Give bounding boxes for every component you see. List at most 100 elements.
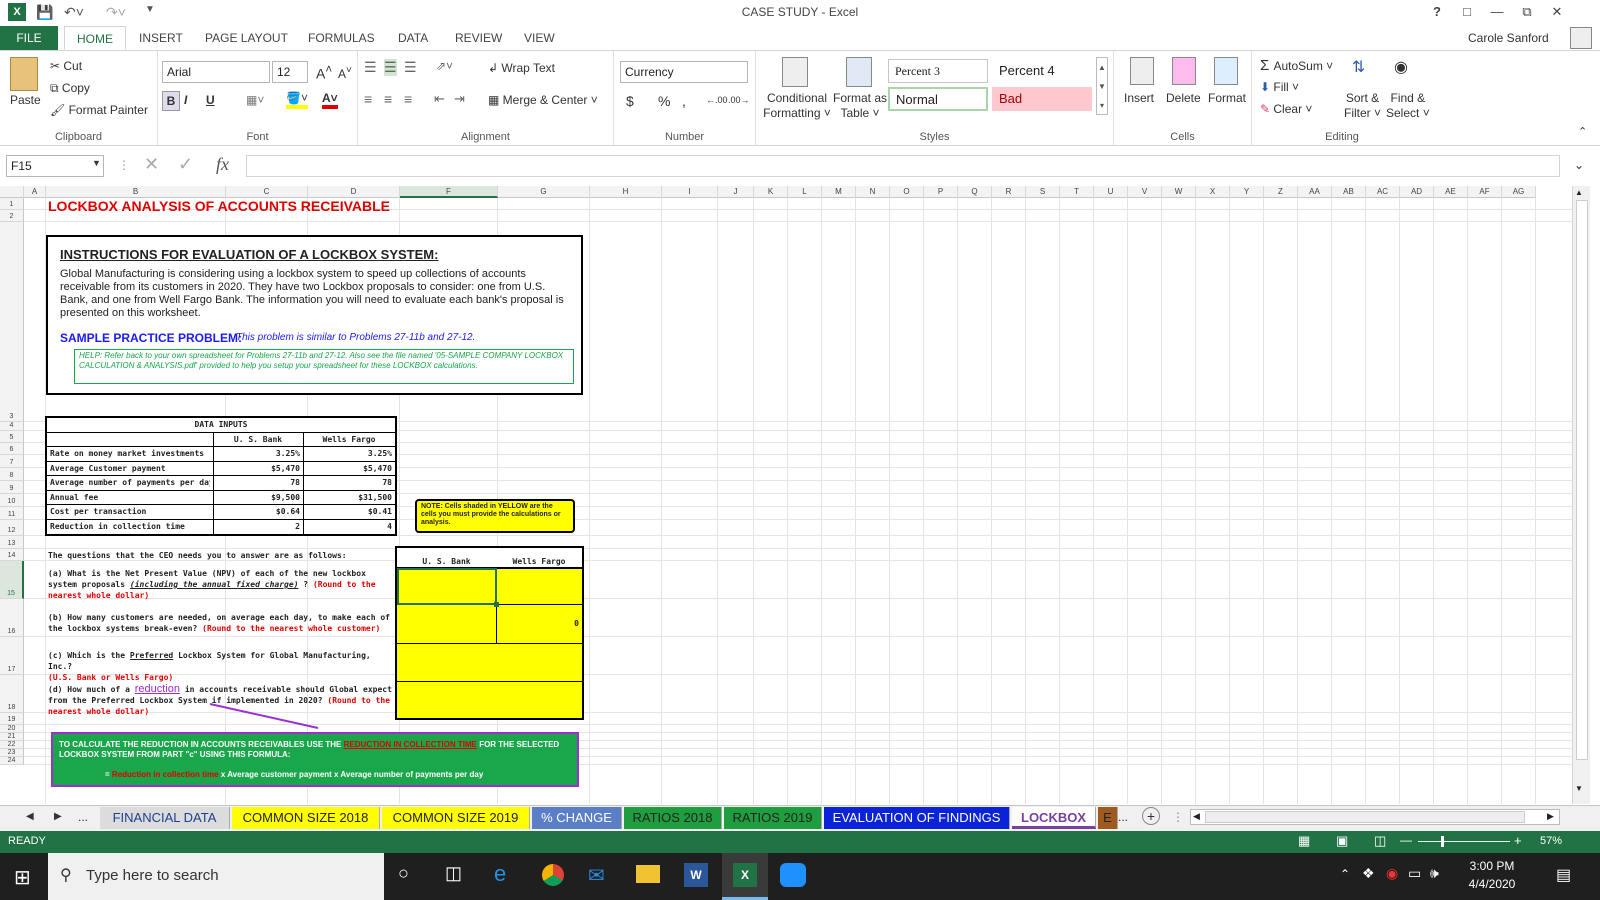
- insert-button[interactable]: Insert: [1124, 91, 1154, 105]
- insert-function-button[interactable]: fx: [216, 154, 229, 175]
- column-header[interactable]: K: [754, 186, 788, 198]
- column-header[interactable]: N: [856, 186, 890, 198]
- word-icon[interactable]: W: [684, 863, 708, 887]
- data-input-wells-fargo[interactable]: $31,500: [303, 493, 392, 502]
- column-header[interactable]: D: [308, 186, 400, 198]
- zoom-slider[interactable]: [1418, 841, 1510, 842]
- sort-filter-icon[interactable]: ⇅: [1352, 57, 1365, 77]
- tab-page-layout[interactable]: PAGE LAYOUT: [193, 26, 300, 50]
- excel-taskbar-button[interactable]: X: [722, 853, 768, 900]
- data-input-us-bank[interactable]: $5,470: [213, 464, 300, 473]
- tab-file[interactable]: FILE: [0, 26, 58, 50]
- column-header[interactable]: U: [1094, 186, 1128, 198]
- tab-data[interactable]: DATA: [386, 26, 440, 50]
- sheets-right-ellipsis[interactable]: ...: [1118, 810, 1128, 824]
- user-avatar[interactable]: [1570, 27, 1592, 49]
- worksheet-grid[interactable]: A B C D F G H I J K L M N O P Q R S T U V W X Y Z AA AB AC AD AE AF AG …: [0, 186, 1590, 804]
- column-header[interactable]: AF: [1468, 186, 1502, 198]
- data-input-wells-fargo[interactable]: $5,470: [303, 464, 392, 473]
- network-tray-icon[interactable]: ▭: [1408, 865, 1421, 882]
- dropbox-tray-icon[interactable]: ❖: [1362, 865, 1375, 882]
- row-header[interactable]: 9: [0, 481, 24, 494]
- data-input-wells-fargo[interactable]: 4: [303, 522, 392, 531]
- row-header[interactable]: 3: [0, 222, 24, 422]
- styles-scroll[interactable]: ▲ ▼ ▾: [1096, 57, 1108, 115]
- column-header[interactable]: M: [822, 186, 856, 198]
- taskbar-search[interactable]: ⚲ Type here to search: [48, 853, 384, 900]
- row-header[interactable]: 12: [0, 520, 24, 536]
- scroll-left-icon[interactable]: ◀: [1193, 811, 1200, 822]
- prev-sheet-icon[interactable]: ◀: [26, 811, 34, 822]
- row-header[interactable]: 19: [0, 713, 24, 725]
- format-as-table-icon[interactable]: [846, 57, 872, 87]
- zoom-out-icon[interactable]: —: [1400, 833, 1412, 847]
- style-bad[interactable]: Bad: [992, 87, 1092, 111]
- column-header[interactable]: S: [1026, 186, 1060, 198]
- data-input-us-bank[interactable]: $9,500: [213, 493, 300, 502]
- column-header[interactable]: L: [788, 186, 822, 198]
- mail-icon[interactable]: ✉: [588, 863, 605, 888]
- sheet-tab[interactable]: COMMON SIZE 2019: [382, 807, 530, 829]
- row-header[interactable]: 11: [0, 507, 24, 520]
- next-sheet-icon[interactable]: ▶: [54, 811, 62, 822]
- shrink-font-icon[interactable]: A˅: [338, 65, 352, 81]
- tab-split-grip-icon[interactable]: ⋮: [1172, 810, 1184, 824]
- page-layout-view-icon[interactable]: ▣: [1336, 833, 1348, 849]
- antivirus-tray-icon[interactable]: ◉: [1386, 865, 1398, 882]
- row-header[interactable]: 6: [0, 443, 24, 455]
- font-size-select[interactable]: 12: [272, 61, 308, 83]
- number-format-select[interactable]: Currency: [620, 61, 748, 83]
- column-header[interactable]: AG: [1502, 186, 1536, 198]
- data-input-wells-fargo[interactable]: 3.25%: [303, 449, 392, 458]
- format-cells-icon[interactable]: [1214, 57, 1238, 85]
- fill-color-icon[interactable]: 🪣˅: [286, 91, 308, 109]
- ribbon-display-options-icon[interactable]: □: [1452, 2, 1482, 22]
- tab-view[interactable]: VIEW: [512, 26, 567, 50]
- format-button[interactable]: Format: [1208, 91, 1246, 105]
- cut-button[interactable]: ✂ Cut: [50, 59, 82, 73]
- style-normal[interactable]: Normal: [888, 87, 988, 111]
- decrease-indent-icon[interactable]: ⇤: [434, 91, 445, 107]
- sheet-tab[interactable]: EVALUATION OF FINDINGS: [824, 807, 1010, 829]
- column-header[interactable]: C: [226, 186, 308, 198]
- column-header[interactable]: Q: [958, 186, 992, 198]
- autosum-button[interactable]: Σ AutoSum ˅: [1260, 57, 1333, 74]
- font-color-icon[interactable]: A˅: [322, 91, 338, 109]
- scroll-thumb[interactable]: [1576, 200, 1588, 760]
- copy-button[interactable]: ⧉ Copy: [50, 81, 90, 96]
- file-explorer-icon[interactable]: [636, 865, 660, 883]
- column-header[interactable]: AC: [1366, 186, 1400, 198]
- find-select-button[interactable]: Find & Select ˅: [1386, 91, 1430, 121]
- collapse-ribbon-icon[interactable]: ⌃: [1578, 125, 1587, 138]
- paste-button[interactable]: Paste: [10, 93, 41, 107]
- row-header[interactable]: 20: [0, 725, 24, 733]
- clock-time[interactable]: 3:00 PM: [1462, 859, 1522, 873]
- binoculars-icon[interactable]: ◉: [1394, 57, 1408, 77]
- fill-button[interactable]: ⬇ Fill ˅: [1260, 80, 1299, 94]
- scroll-right-icon[interactable]: ▶: [1547, 811, 1554, 822]
- align-top-icon[interactable]: ☰: [364, 59, 377, 76]
- align-bottom-icon[interactable]: ☰: [404, 59, 417, 76]
- clock-date[interactable]: 4/4/2020: [1462, 877, 1522, 891]
- row-header[interactable]: 8: [0, 468, 24, 481]
- row-header[interactable]: 1: [0, 198, 24, 210]
- tab-insert[interactable]: INSERT: [127, 26, 195, 50]
- paste-icon[interactable]: [10, 57, 38, 91]
- orientation-icon[interactable]: ⇗˅: [436, 59, 453, 73]
- format-as-table-button[interactable]: Format as Table ˅: [830, 91, 890, 121]
- sheet-tab[interactable]: E: [1098, 807, 1118, 829]
- column-header[interactable]: T: [1060, 186, 1094, 198]
- fill-handle[interactable]: [494, 602, 499, 607]
- task-view-icon[interactable]: ◫: [445, 863, 462, 884]
- grow-font-icon[interactable]: A˄: [316, 63, 332, 82]
- row-header[interactable]: 14: [0, 549, 24, 561]
- column-header[interactable]: V: [1128, 186, 1162, 198]
- sheet-tab[interactable]: RATIOS 2018: [624, 807, 722, 829]
- row-header[interactable]: 13: [0, 536, 24, 549]
- column-header[interactable]: A: [24, 186, 46, 198]
- clear-button[interactable]: ✎ Clear ˅: [1260, 102, 1312, 116]
- row-header[interactable]: 10: [0, 494, 24, 507]
- column-header[interactable]: X: [1196, 186, 1230, 198]
- scroll-down-icon[interactable]: ▼: [1575, 784, 1583, 793]
- column-header[interactable]: AB: [1332, 186, 1366, 198]
